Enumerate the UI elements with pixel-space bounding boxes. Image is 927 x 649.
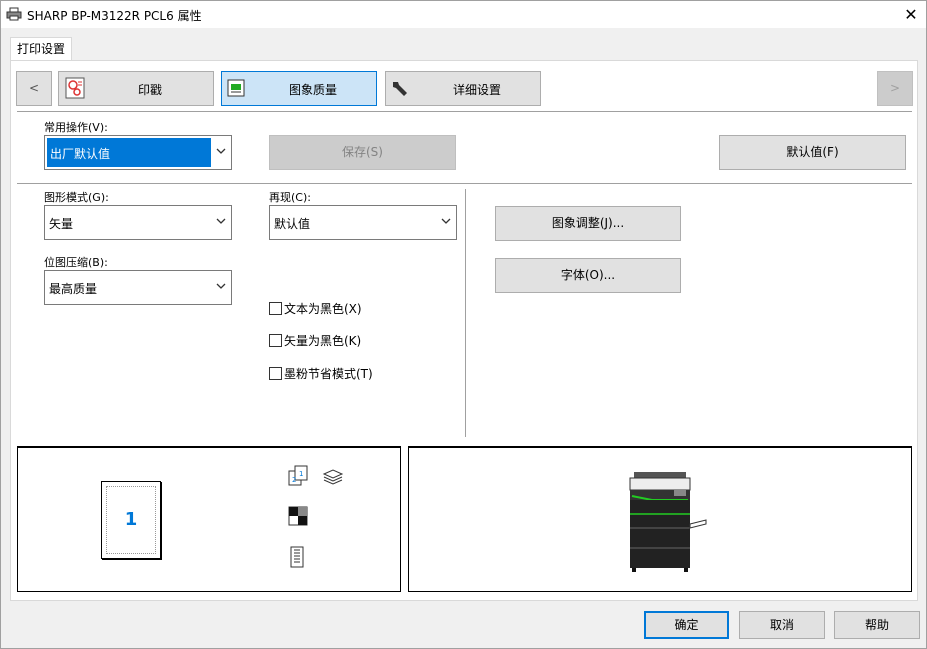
nav-image-quality-button[interactable]: 图象质量 (221, 71, 377, 106)
stack-icon (322, 469, 344, 485)
defaults-button[interactable]: 默认值(F) (719, 135, 906, 170)
nav-detailed-settings-label: 详细设置 (453, 83, 502, 97)
svg-text:1: 1 (299, 470, 303, 478)
checkbox-box (269, 302, 282, 315)
reproduction-label: 再现(C): (269, 191, 311, 204)
common-ops-value: 出厂默认值 (47, 138, 211, 167)
chevron-down-icon (441, 218, 451, 224)
stamp-icon (65, 77, 85, 99)
common-ops-select[interactable]: 出厂默认值 (44, 135, 232, 170)
reproduction-value: 默认值 (274, 217, 311, 231)
nav-detailed-settings-button[interactable]: 详细设置 (385, 71, 541, 106)
ok-button[interactable]: 确定 (644, 611, 729, 639)
divider (17, 111, 912, 112)
chevron-down-icon (216, 218, 226, 224)
help-button[interactable]: 帮助 (834, 611, 920, 639)
nav-image-quality-label: 图象质量 (289, 83, 338, 97)
printer-properties-window: SHARP BP-M3122R PCL6 属性 ✕ 打印设置 < 印戳 图象质量 (0, 0, 927, 649)
checkbox-box (269, 334, 282, 347)
printer-icon (6, 7, 22, 21)
tab-print-settings[interactable]: 打印设置 (10, 37, 72, 61)
nav-stamp-label: 印戳 (138, 83, 163, 97)
booklet-icon (290, 546, 304, 568)
close-icon: ✕ (904, 5, 918, 24)
graphics-mode-select[interactable]: 矢量 (44, 205, 232, 240)
bitmap-compression-label: 位图压缩(B): (44, 256, 108, 269)
nav-stamp-button[interactable]: 印戳 (58, 71, 214, 106)
common-ops-label: 常用操作(V): (44, 121, 108, 134)
chevron-down-icon (216, 148, 226, 154)
vector-to-black-label: 矢量为黑色(K) (284, 334, 362, 348)
text-to-black-label: 文本为黑色(X) (284, 302, 362, 316)
toner-save-label: 墨粉节省模式(T) (284, 367, 373, 381)
page-number: 1 (124, 509, 138, 530)
vector-to-black-checkbox[interactable]: 矢量为黑色(K) (269, 332, 361, 349)
text-to-black-checkbox[interactable]: 文本为黑色(X) (269, 300, 362, 317)
printer-device-icon (629, 472, 707, 572)
image-quality-icon (227, 79, 245, 97)
svg-text:2: 2 (292, 476, 296, 484)
image-adjust-button[interactable]: 图象调整(J)... (495, 206, 681, 241)
toner-save-checkbox[interactable]: 墨粉节省模式(T) (269, 365, 373, 382)
bitmap-compression-select[interactable]: 最高质量 (44, 270, 232, 305)
chevron-down-icon (216, 283, 226, 289)
page-preview: 1 1 2 (17, 446, 401, 592)
close-button[interactable]: ✕ (896, 1, 926, 28)
page-thumbnail: 1 (101, 481, 161, 559)
wrench-icon (393, 82, 407, 96)
window-title: SHARP BP-M3122R PCL6 属性 (27, 9, 202, 23)
vertical-divider (465, 189, 466, 437)
black-white-icon (288, 506, 308, 526)
bitmap-compression-value: 最高质量 (49, 282, 98, 296)
nav-prev-button[interactable]: < (16, 71, 52, 106)
nav-next-button[interactable]: > (877, 71, 913, 106)
duplex-icon: 1 2 (288, 465, 308, 486)
cancel-button[interactable]: 取消 (739, 611, 825, 639)
save-button[interactable]: 保存(S) (269, 135, 456, 170)
graphics-mode-label: 图形模式(G): (44, 191, 109, 204)
divider (17, 183, 912, 184)
title-bar: SHARP BP-M3122R PCL6 属性 ✕ (1, 1, 926, 28)
fonts-button[interactable]: 字体(O)... (495, 258, 681, 293)
device-preview (408, 446, 912, 592)
graphics-mode-value: 矢量 (49, 217, 74, 231)
checkbox-box (269, 367, 282, 380)
reproduction-select[interactable]: 默认值 (269, 205, 457, 240)
